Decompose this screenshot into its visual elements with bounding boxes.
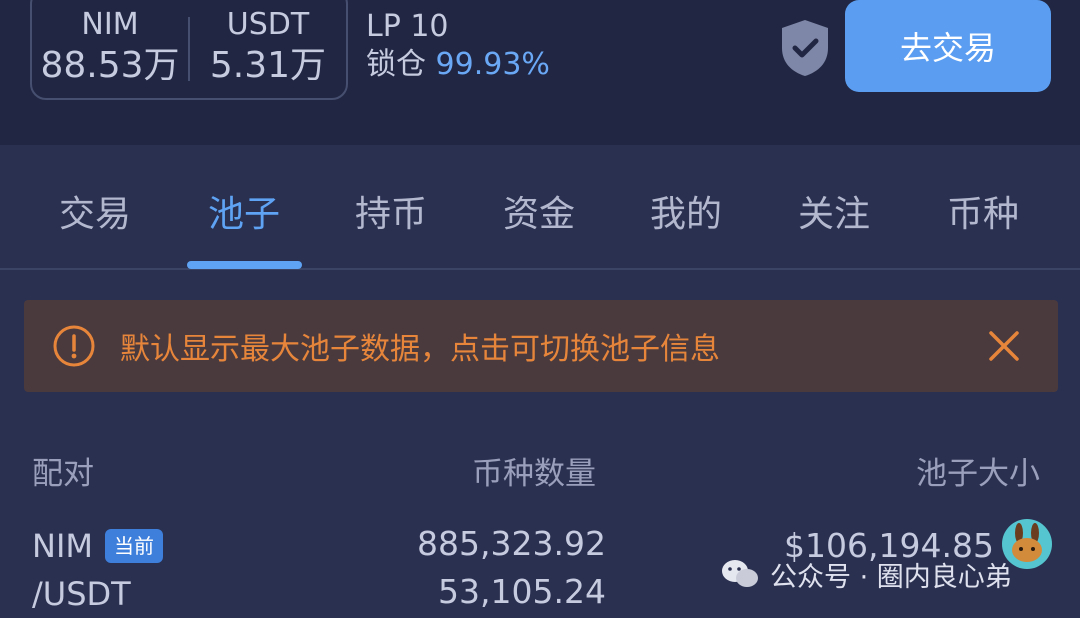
column-header-amount: 币种数量 [472,456,596,492]
watermark: 公众号 · 圈内良心弟 [720,554,1012,594]
tab-watch[interactable]: 关注 [764,185,904,245]
stat-nim: NIM 88.53万 [32,0,188,102]
lock-percent: 99.93% [435,47,550,82]
column-header-pair: 配对 [32,456,94,492]
active-tab-indicator [187,261,302,269]
notice-text: 默认显示最大池子数据，点击可切换池子信息 [120,332,720,367]
info-icon [53,325,95,367]
notice-banner[interactable]: 默认显示最大池子数据，点击可切换池子信息 [24,300,1058,392]
lock-label: 锁仓 [366,47,426,82]
wechat-icon [722,560,758,587]
tab-holders[interactable]: 持币 [321,185,461,245]
current-badge: 当前 [104,529,163,563]
tab-tokens[interactable]: 币种 [913,185,1053,245]
tab-pool[interactable]: 池子 [174,185,314,245]
close-icon[interactable] [986,328,1022,364]
amount-cell: 885,323.92 53,105.24 [417,520,606,616]
stat-label: USDT [226,7,310,42]
column-header-pool-size: 池子大小 [916,456,1040,492]
shield-check-icon[interactable] [778,18,832,78]
tab-funds[interactable]: 资金 [469,185,609,245]
amount-base: 885,323.92 [417,524,606,563]
reserve-stats-box: NIM 88.53万 USDT 5.31万 [30,0,348,100]
header-bar: NIM 88.53万 USDT 5.31万 LP 10 锁仓 99.93% 去交… [0,0,1080,145]
stat-label: NIM [81,7,139,42]
go-trade-button[interactable]: 去交易 [845,0,1051,92]
stat-usdt: USDT 5.31万 [190,0,346,102]
pair-top-line: NIM 当前 [32,522,163,570]
lp-count: LP 10 [366,9,449,44]
tab-bar: 交易 池子 持币 资金 我的 关注 币种 [0,145,1080,270]
pair-quote: /USDT [32,575,131,613]
tab-trade[interactable]: 交易 [25,185,165,245]
tab-mine[interactable]: 我的 [616,185,756,245]
pair-cell[interactable]: NIM 当前 /USDT [32,522,163,618]
stat-value: 5.31万 [209,45,327,86]
lp-info: LP 10 锁仓 99.93% [366,8,550,84]
amount-quote: 53,105.24 [438,572,606,611]
watermark-text: 公众号 · 圈内良心弟 [770,561,1012,593]
pair-base: NIM [32,527,93,565]
lock-line: 锁仓 99.93% [366,46,550,84]
stat-value: 88.53万 [40,45,180,86]
